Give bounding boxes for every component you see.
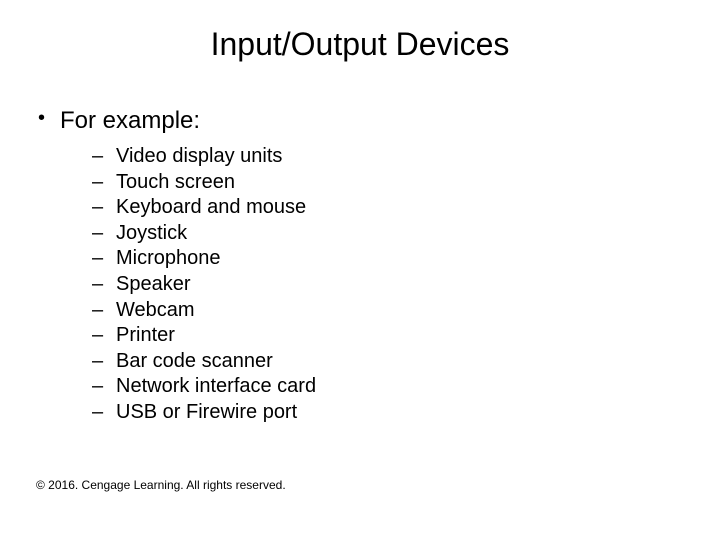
list-item: For example: Video display units Touch s… <box>36 106 684 426</box>
slide-body: For example: Video display units Touch s… <box>36 106 684 426</box>
list-item: USB or Firewire port <box>60 400 684 426</box>
item-text: Touch screen <box>116 171 235 193</box>
item-text: Speaker <box>116 273 191 295</box>
slide-title: Input/Output Devices <box>0 26 720 63</box>
item-text: Webcam <box>116 299 195 321</box>
item-text: Network interface card <box>116 375 316 397</box>
item-text: Microphone <box>116 247 221 269</box>
list-item: Touch screen <box>60 170 684 196</box>
list-item: Webcam <box>60 298 684 324</box>
item-text: Joystick <box>116 222 187 244</box>
list-item: Joystick <box>60 221 684 247</box>
list-item: Speaker <box>60 272 684 298</box>
list-item: Microphone <box>60 246 684 272</box>
list-item: Printer <box>60 323 684 349</box>
bullet-list-level1: For example: Video display units Touch s… <box>36 106 684 426</box>
list-item: Network interface card <box>60 374 684 400</box>
list-item: Keyboard and mouse <box>60 195 684 221</box>
item-text: Bar code scanner <box>116 350 273 372</box>
list-item: Video display units <box>60 144 684 170</box>
item-text: Printer <box>116 324 175 346</box>
item-text: Video display units <box>116 145 282 167</box>
item-text: USB or Firewire port <box>116 401 297 423</box>
lead-text: For example: <box>60 107 200 134</box>
list-item: Bar code scanner <box>60 349 684 375</box>
copyright-footer: © 2016. Cengage Learning. All rights res… <box>36 478 286 492</box>
bullet-list-level2: Video display units Touch screen Keyboar… <box>60 144 684 426</box>
slide: Input/Output Devices For example: Video … <box>0 0 720 540</box>
item-text: Keyboard and mouse <box>116 196 306 218</box>
